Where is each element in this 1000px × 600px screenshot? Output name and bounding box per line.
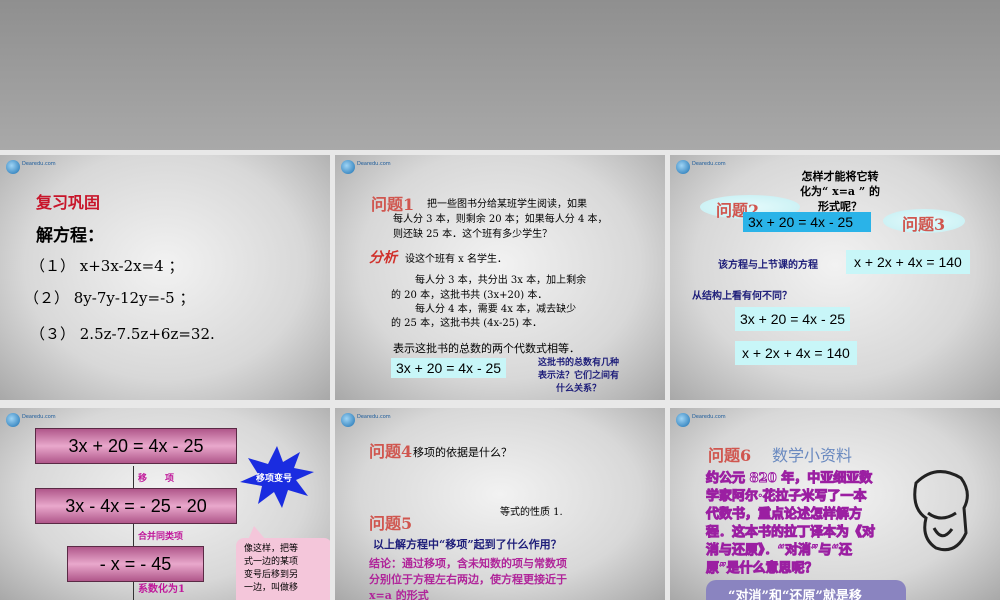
logo-text: Dearedu.com (692, 414, 726, 420)
subtitle: 解方程： (36, 226, 104, 246)
analysis-line: 每人分 4 本，需要 4x 本，减去缺少 (415, 304, 577, 315)
slide-thumbnail-4[interactable]: Dearedu.com 3x + 20 = 4x - 25 移 项 3x - 4… (0, 408, 330, 600)
history-text: 约公元 820 年，中亚细亚数 学家阿尔·花拉子米写了一本 代数书，重点论述怎样解方… (705, 471, 876, 577)
logo-text: Dearedu.com (357, 161, 391, 167)
equation-item: （２） 8y-7y-12y=-5 ； (24, 289, 195, 307)
question-text: 以上解方程中“移项”起到了什么作用？ (373, 538, 562, 551)
step-box: 3x - 4x = - 25 - 20 (35, 488, 237, 524)
step-label: 移 项 (138, 474, 175, 484)
top-gray-area (0, 0, 1000, 150)
equation-box: 3x + 20 = 4x - 25 (391, 358, 507, 378)
logo-text: Dearedu.com (357, 414, 391, 420)
logo-icon (341, 160, 355, 174)
ask-text: 从结构上看有何不同？ (692, 291, 792, 302)
equation-item: （３） 2.5z-7.5z+6z=32. (30, 325, 215, 343)
answer-text: “对消”和“还原”就是移 (728, 589, 862, 600)
note-text: 这批书的总数有几种 表示法？它们之间有 什么关系？ (538, 358, 620, 394)
question-label: 问题4 (369, 442, 413, 461)
logo-icon (6, 413, 20, 427)
conclusion-text: 结论：通过移项，含未知数的项与常数项 分别位于方程左右两边，使方程更接近于 x=a … (369, 557, 567, 600)
question-label: 问题3 (902, 215, 946, 234)
step-box: - x = - 45 (67, 546, 204, 582)
logo-text: Dearedu.com (22, 414, 56, 420)
slide-thumbnail-1[interactable]: Dearedu.com 复习巩固 解方程： （１） x+3x-2x=4 ； （２… (0, 155, 330, 400)
analysis-text: 设这个班有 x 名学生． (405, 254, 507, 265)
slide-thumbnail-5[interactable]: Dearedu.com 问题4 移项的依据是什么？ 等式的性质 1. 问题5 以… (335, 408, 665, 600)
question-text: 怎样才能将它转 化为“ x=a ” 的形式呢？ (800, 170, 881, 213)
step-label: 系数化为1 (138, 584, 185, 595)
question-label: 问题5 (369, 514, 413, 533)
slide-title: 数学小资料 (772, 446, 853, 465)
equation-box: x + 2x + 4x = 140 (846, 250, 970, 274)
step-label: 合并同类项 (138, 532, 184, 542)
compare-text: 该方程与上节课的方程 (718, 260, 818, 271)
equation-item: （１） x+3x-2x=4 ； (30, 257, 184, 275)
equation-box: x + 2x + 4x = 140 (735, 341, 857, 365)
equation-box: 3x + 20 = 4x - 25 (735, 307, 851, 331)
logo-icon (6, 160, 20, 174)
logo-text: Dearedu.com (22, 161, 56, 167)
slide-title: 复习巩固 (36, 193, 101, 212)
answer-text: 等式的性质 1. (500, 507, 563, 518)
portrait-image (913, 470, 969, 552)
slide-thumbnail-3[interactable]: Dearedu.com 怎样才能将它转 化为“ x=a ” 的形式呢？ 问题2 问… (670, 155, 1000, 400)
logo-icon (676, 413, 690, 427)
problem-text: 则还缺 25 本．这个班有多少学生？ (393, 229, 553, 240)
analysis-line: 每人分 3 本，共分出 3x 本，加上剩余 (415, 275, 587, 286)
logo-text: Dearedu.com (692, 161, 726, 167)
slide-thumbnail-6[interactable]: Dearedu.com 问题6 数学小资料 约公元 820 年，中亚细亚数 学家阿… (670, 408, 1000, 600)
analysis-label: 分析 (369, 250, 397, 266)
analysis-line: 的 25 本，这批书共 (4x-25) 本． (391, 318, 543, 329)
problem-text: 每人分 3 本，则剩余 20 本；如果每人分 4 本， (393, 214, 608, 225)
bubble-text: 像这样，把等 式一边的某项 变号后移到另 一边，叫做移 (244, 544, 299, 593)
logo-icon (341, 413, 355, 427)
question-text: 移项的依据是什么？ (413, 446, 512, 459)
equation-box: 3x + 20 = 4x - 25 (743, 212, 871, 232)
question-label: 问题6 (708, 446, 752, 465)
analysis-line: 的 20 本，这批书共 (3x+20) 本． (391, 290, 548, 301)
step-box: 3x + 20 = 4x - 25 (35, 428, 237, 464)
slide-thumbnail-2[interactable]: Dearedu.com 问题1 把一些图书分给某班学生阅读，如果 每人分 3 本… (335, 155, 665, 400)
burst-text: 移项变号 (256, 474, 293, 484)
conclusion-text: 表示这批书的总数的两个代数式相等． (393, 342, 580, 355)
problem-text: 把一些图书分给某班学生阅读，如果 (427, 199, 587, 210)
logo-icon (676, 160, 690, 174)
